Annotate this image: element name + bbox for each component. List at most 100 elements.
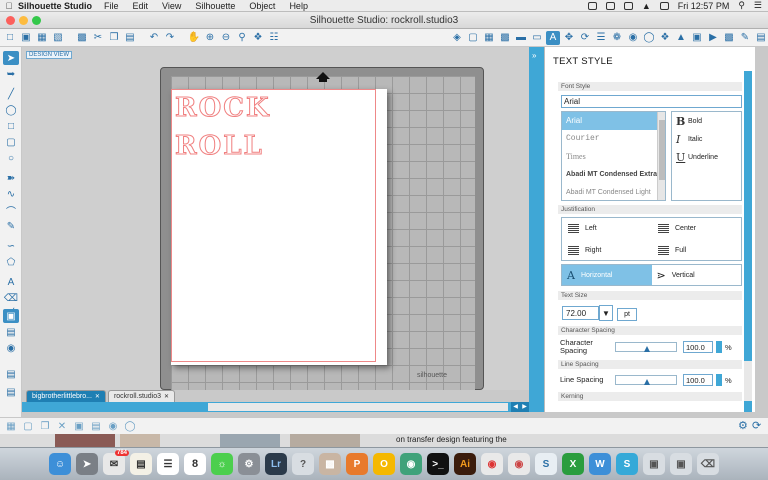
copy-icon[interactable]: ❐ <box>107 31 121 45</box>
word-icon[interactable]: W <box>589 453 611 475</box>
send-icon[interactable]: ▶ <box>706 31 720 45</box>
mail-icon[interactable]: ✉ 784 <box>103 450 129 475</box>
save-library-icon[interactable]: ▧ <box>51 31 65 45</box>
line-spacing-stepper[interactable] <box>716 374 722 386</box>
select-tool-icon[interactable]: ➤ <box>3 51 19 65</box>
lightroom-icon[interactable]: Lr <box>265 453 287 475</box>
help-icon[interactable]: ? <box>292 453 314 475</box>
font-item-times[interactable]: Times <box>562 148 665 166</box>
horizontal-scrollbar[interactable]: ◀ ▶ <box>22 402 529 412</box>
delete-icon[interactable]: ✕ <box>55 419 69 433</box>
bold-option[interactable]: B Bold <box>672 112 741 130</box>
tab-rockroll[interactable]: rockroll.studio3 ✕ <box>107 390 176 403</box>
system-preferences-icon[interactable]: ⚙ <box>238 453 260 475</box>
line-spacing-field[interactable]: 100.0 <box>683 374 713 386</box>
app-o-icon[interactable]: O <box>373 453 395 475</box>
rounded-rectangle-tool-icon[interactable]: ▢ <box>3 135 19 149</box>
smooth-freehand-tool-icon[interactable]: ∽ <box>3 239 19 253</box>
cut-icon[interactable]: ✂ <box>91 31 105 45</box>
font-item-abadi-extra[interactable]: Abadi MT Condensed Extra <box>562 166 665 184</box>
freehand-tool-icon[interactable]: ✎ <box>3 219 19 233</box>
line-spacing-slider[interactable] <box>615 375 677 385</box>
align-icon[interactable]: ☰ <box>594 31 608 45</box>
app-s-icon[interactable]: S <box>535 453 557 475</box>
font-item-arial[interactable]: Arial <box>562 112 665 130</box>
line-color-icon[interactable]: ▢ <box>466 31 480 45</box>
calendar-icon[interactable]: 8 <box>184 453 206 475</box>
close-tab-icon[interactable]: ✕ <box>164 391 169 403</box>
fit-page-icon[interactable]: ☷ <box>267 31 281 45</box>
underline-option[interactable]: U Underline <box>672 148 741 166</box>
clock[interactable]: Fri 12:57 PM <box>678 1 730 11</box>
status-icon[interactable] <box>623 1 633 10</box>
globe-icon[interactable]: ◉ <box>400 453 422 475</box>
print-icon[interactable]: ▩ <box>75 31 89 45</box>
panel-collapse-strip[interactable]: » <box>529 47 544 412</box>
redo-icon[interactable]: ↷ <box>163 31 177 45</box>
illustrator-icon[interactable]: Ai <box>454 453 476 475</box>
close-tab-icon[interactable]: ✕ <box>95 391 100 403</box>
list-icon[interactable]: ☰ <box>754 0 762 11</box>
menubar-app-name[interactable]: Silhouette Studio <box>18 1 92 11</box>
reminders-icon[interactable]: ☰ <box>157 453 179 475</box>
status-icon[interactable] <box>587 1 597 10</box>
font-list[interactable]: Arial Courier Times Abadi MT Condensed E… <box>561 111 666 201</box>
close-window-button[interactable] <box>6 16 15 25</box>
mat-icon[interactable]: ▤ <box>754 31 768 45</box>
text-tool-icon[interactable]: A <box>3 275 19 289</box>
font-list-scrollbar[interactable] <box>657 112 665 200</box>
undo-icon[interactable]: ↶ <box>147 31 161 45</box>
deselect-icon[interactable]: ▢ <box>21 419 35 433</box>
justify-full-option[interactable]: Full <box>658 246 686 255</box>
messages-icon[interactable]: ☼ <box>211 453 233 475</box>
justify-left-option[interactable]: Left <box>568 224 597 233</box>
offset-icon[interactable]: ◯ <box>642 31 656 45</box>
terminal-icon[interactable]: >_ <box>427 453 449 475</box>
menu-file[interactable]: File <box>104 1 119 11</box>
menu-help[interactable]: Help <box>289 1 308 11</box>
search-icon[interactable]: ⚲ <box>738 0 745 11</box>
justify-right-option[interactable]: Right <box>568 246 601 255</box>
open-icon[interactable]: ▣ <box>19 31 33 45</box>
design-text-line-1[interactable]: ROCK <box>175 93 271 124</box>
scroll-left-icon[interactable]: ◀ <box>511 402 520 412</box>
scroll-thumb[interactable] <box>744 361 752 401</box>
trash-icon[interactable]: ⌫ <box>697 453 719 475</box>
apple-icon[interactable]:  <box>0 1 18 11</box>
design-text-line-2[interactable]: ROLL <box>175 131 264 162</box>
make-compound-icon[interactable]: ◉ <box>106 419 120 433</box>
library-view-icon[interactable]: ▤ <box>3 325 19 339</box>
font-item-courier[interactable]: Courier <box>562 130 665 148</box>
line-tool-icon[interactable]: ╱ <box>3 87 19 101</box>
panel-scrollbar[interactable] <box>744 71 752 412</box>
font-item-abadi-light[interactable]: Abadi MT Condensed Light <box>562 184 665 200</box>
store-icon[interactable]: ▣ <box>690 31 704 45</box>
point-edit-tool-icon[interactable]: ➥ <box>3 67 19 81</box>
battery-icon[interactable] <box>659 1 669 10</box>
trace-icon[interactable]: ❖ <box>658 31 672 45</box>
ungroup-icon[interactable]: ▤ <box>89 419 103 433</box>
cut-settings-icon[interactable]: ▩ <box>722 31 736 45</box>
design-workspace[interactable]: DESIGN VIEW silhouette ROCK ROLL <box>22 47 529 391</box>
panel-toggle-icon[interactable]: ▤ <box>3 367 19 381</box>
page-setup-icon[interactable]: ▭ <box>530 31 544 45</box>
library-icon[interactable]: ▲ <box>674 31 688 45</box>
status-icon[interactable] <box>605 1 615 10</box>
chrome-icon[interactable]: ◉ <box>481 453 503 475</box>
scroll-right-icon[interactable]: ▶ <box>520 402 529 412</box>
zoom-select-icon[interactable]: ⚲ <box>235 31 249 45</box>
rotate-icon[interactable]: ⟳ <box>578 31 592 45</box>
duplicate-icon[interactable]: ❐ <box>38 419 52 433</box>
release-compound-icon[interactable]: ◯ <box>123 419 137 433</box>
text-style-icon[interactable]: A <box>546 30 560 45</box>
zoom-in-icon[interactable]: ⊕ <box>203 31 217 45</box>
italic-option[interactable]: I Italic <box>672 130 741 148</box>
gradient-icon[interactable]: ▦ <box>482 31 496 45</box>
arc-tool-icon[interactable]: ⌒ <box>3 203 19 218</box>
fill-color-icon[interactable]: ◈ <box>450 31 464 45</box>
excel-icon[interactable]: X <box>562 453 584 475</box>
wifi-icon[interactable]: ▲ <box>642 1 651 11</box>
tab-bigbrother[interactable]: bigbrotherlittlebro... ✕ <box>26 390 106 402</box>
character-spacing-field[interactable]: 100.0 <box>683 341 713 353</box>
justify-center-option[interactable]: Center <box>658 224 696 233</box>
